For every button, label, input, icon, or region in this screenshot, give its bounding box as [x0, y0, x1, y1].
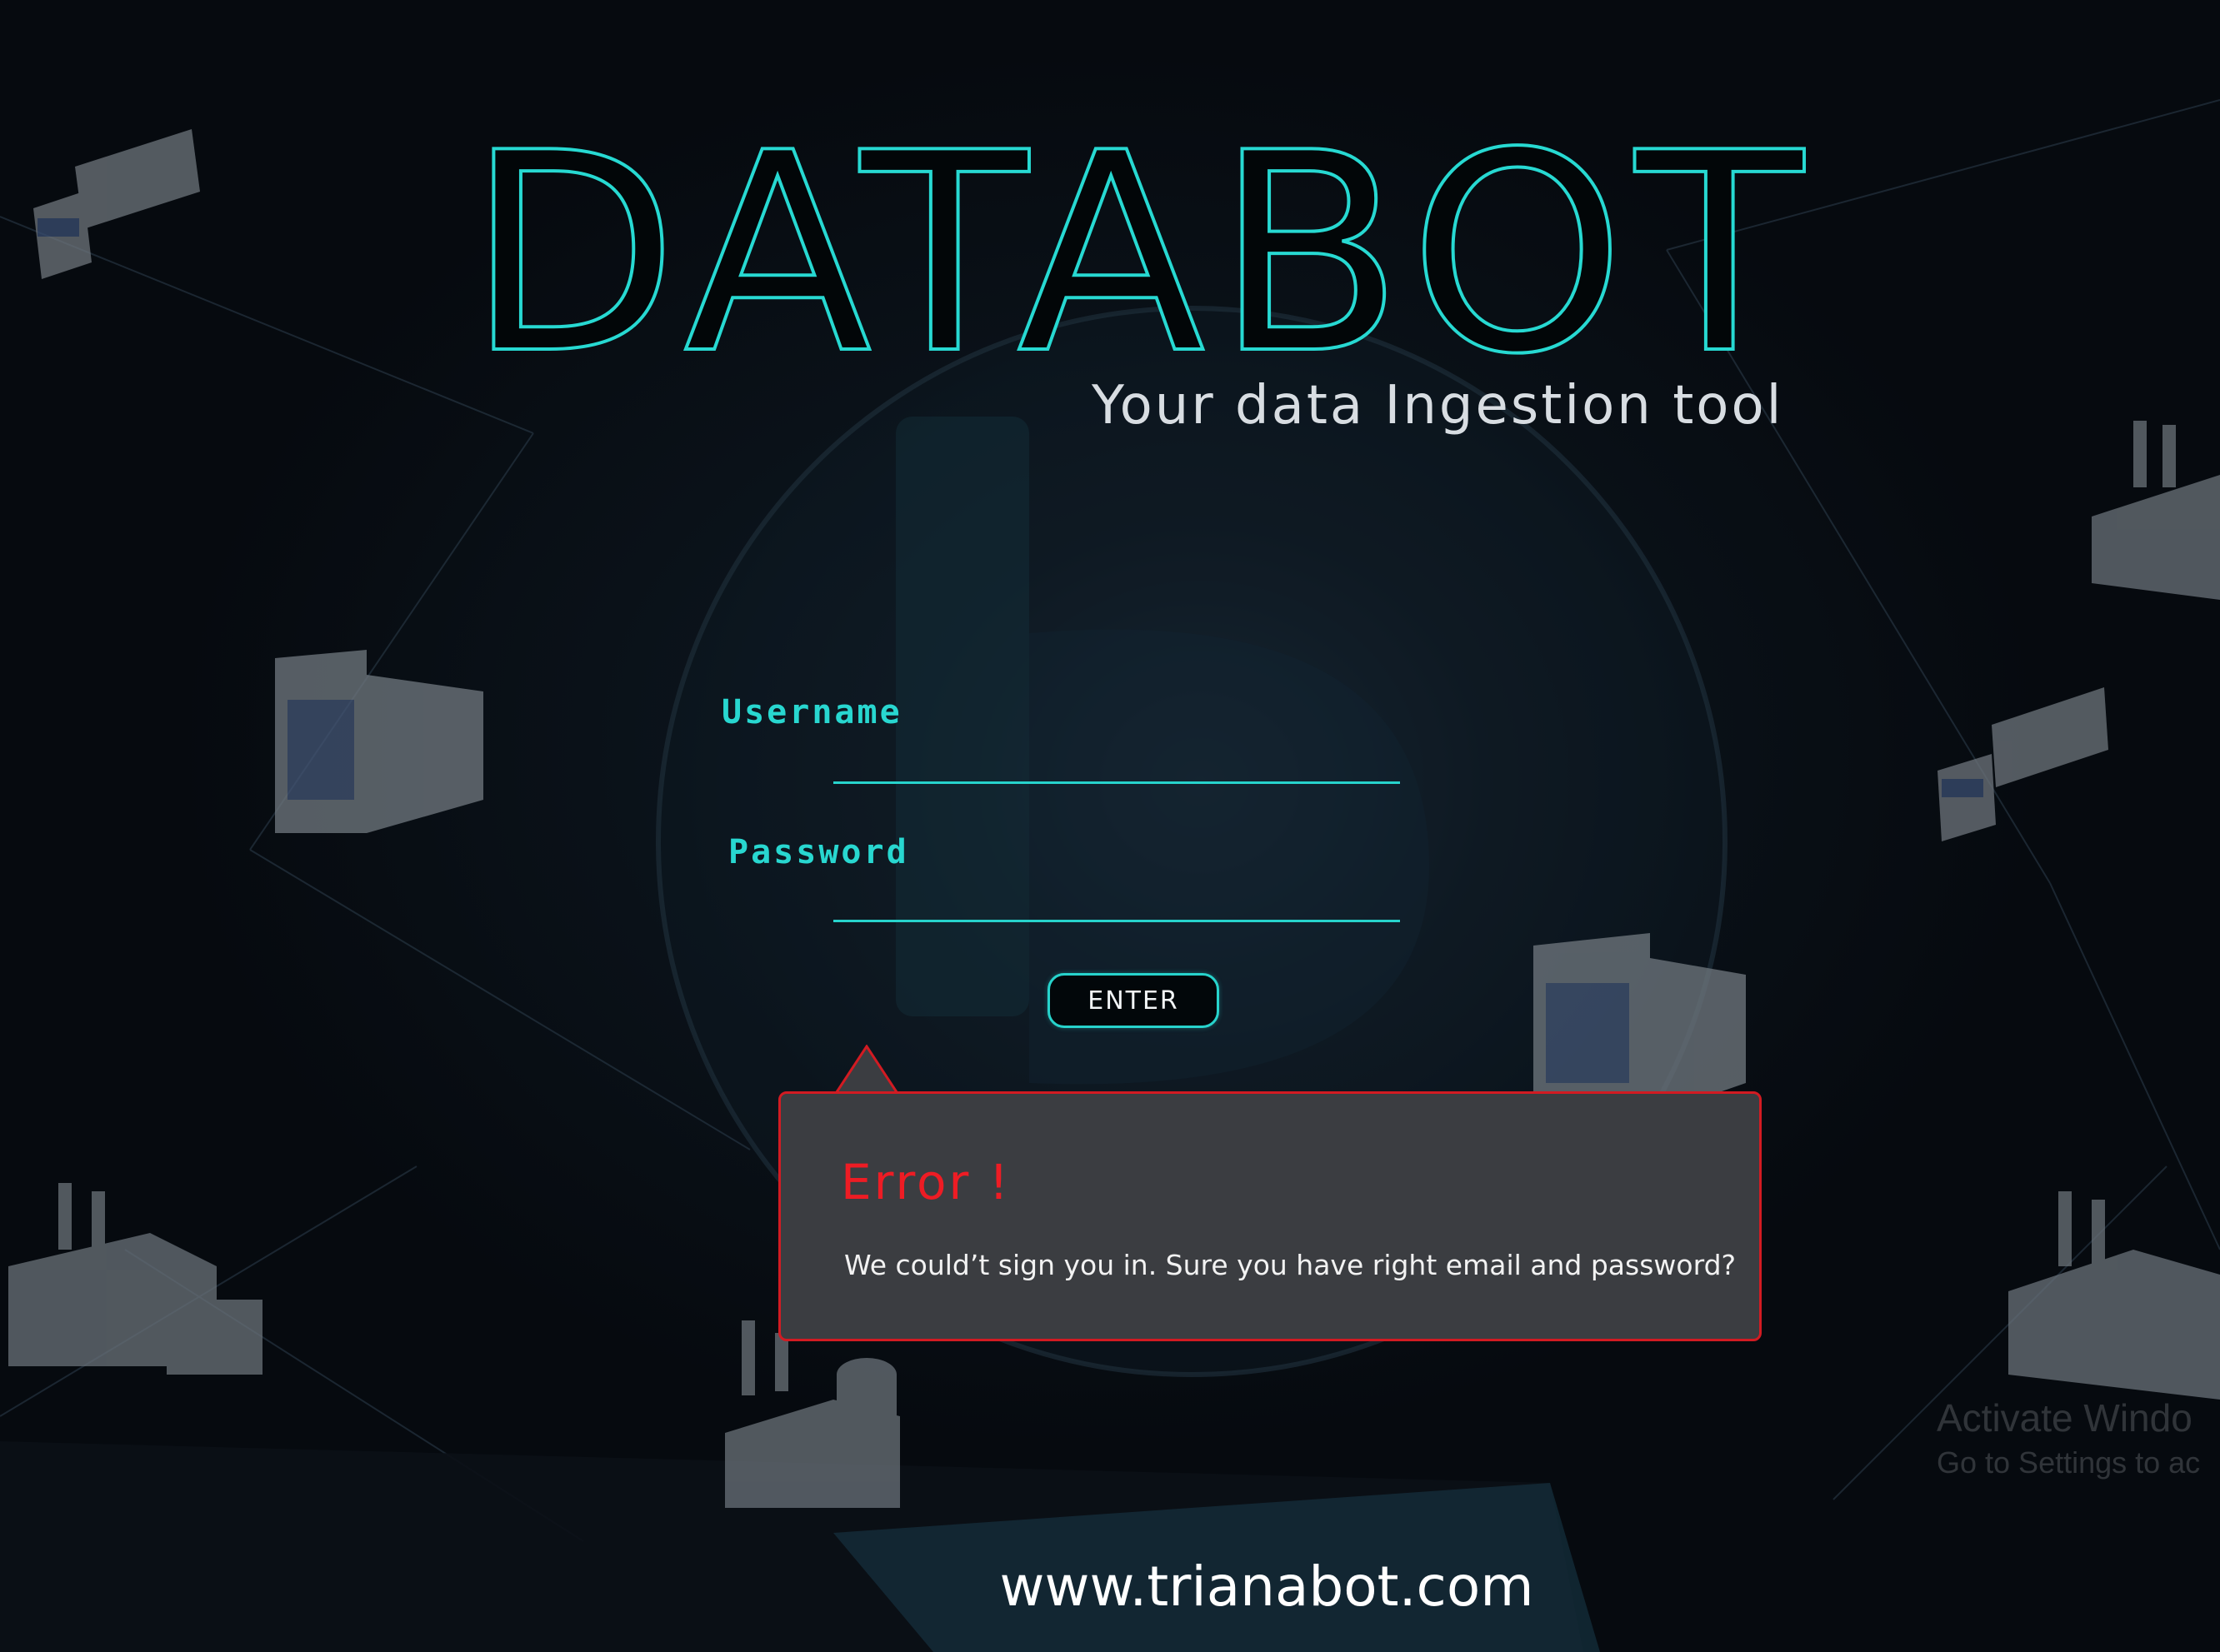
watermark-line-1: Activate Windo	[1937, 1396, 2192, 1440]
factory-icon	[725, 1320, 900, 1508]
factory-icon	[2092, 421, 2220, 600]
enter-button[interactable]: ENTER	[1048, 973, 1219, 1028]
error-title: Error !	[841, 1154, 1012, 1210]
password-label: Password	[728, 833, 909, 871]
factory-icon	[8, 1183, 262, 1375]
website-url: www.trianabot.com	[999, 1555, 1534, 1619]
error-pointer	[832, 1045, 902, 1096]
username-label: Username	[722, 693, 902, 731]
username-input[interactable]	[833, 733, 1400, 784]
factory-icon	[2008, 1191, 2220, 1400]
truck-icon	[1938, 687, 2108, 841]
app-subtitle: Your data Ingestion tool	[1092, 375, 1784, 437]
activate-windows-watermark: Activate Windo Go to Settings to ac	[1937, 1395, 2220, 1480]
app-title: DATABOT	[465, 94, 1814, 414]
truck-icon	[33, 129, 200, 279]
hospital-icon	[275, 650, 483, 833]
password-input[interactable]	[833, 871, 1400, 922]
watermark-line-2: Go to Settings to ac	[1937, 1445, 2201, 1480]
error-message: We could’t sign you in. Sure you have ri…	[844, 1249, 1737, 1281]
error-popup: Error ! We could’t sign you in. Sure you…	[778, 1091, 1762, 1341]
